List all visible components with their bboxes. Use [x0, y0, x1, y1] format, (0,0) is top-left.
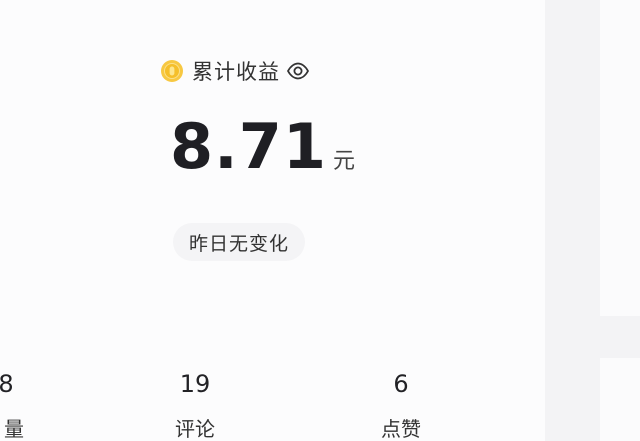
side-panel-top — [600, 0, 640, 316]
stat-label-views: 量 — [4, 417, 24, 441]
earnings-unit: 元 — [332, 149, 355, 174]
earnings-card: 累计收益 8.71 元 昨日无变化 8 量 19 评论 6 点赞 — [0, 0, 545, 441]
earnings-amount-row: 8.71 元 — [170, 108, 355, 186]
stat-label-likes: 点赞 — [381, 417, 421, 441]
earnings-header: 累计收益 — [160, 56, 310, 86]
screen: 累计收益 8.71 元 昨日无变化 8 量 19 评论 6 点赞 — [0, 0, 640, 441]
stat-value-comments: 19 — [179, 370, 211, 398]
earnings-amount: 8.71 — [170, 110, 327, 183]
change-status-badge: 昨日无变化 — [173, 223, 306, 261]
earnings-title: 累计收益 — [192, 60, 280, 84]
stat-value-likes: 6 — [393, 370, 409, 398]
coin-icon — [161, 60, 183, 82]
side-panel-bottom — [600, 358, 640, 441]
stat-value-views: 8 — [0, 370, 14, 398]
stat-label-comments: 评论 — [175, 417, 215, 441]
eye-icon[interactable] — [286, 59, 310, 83]
